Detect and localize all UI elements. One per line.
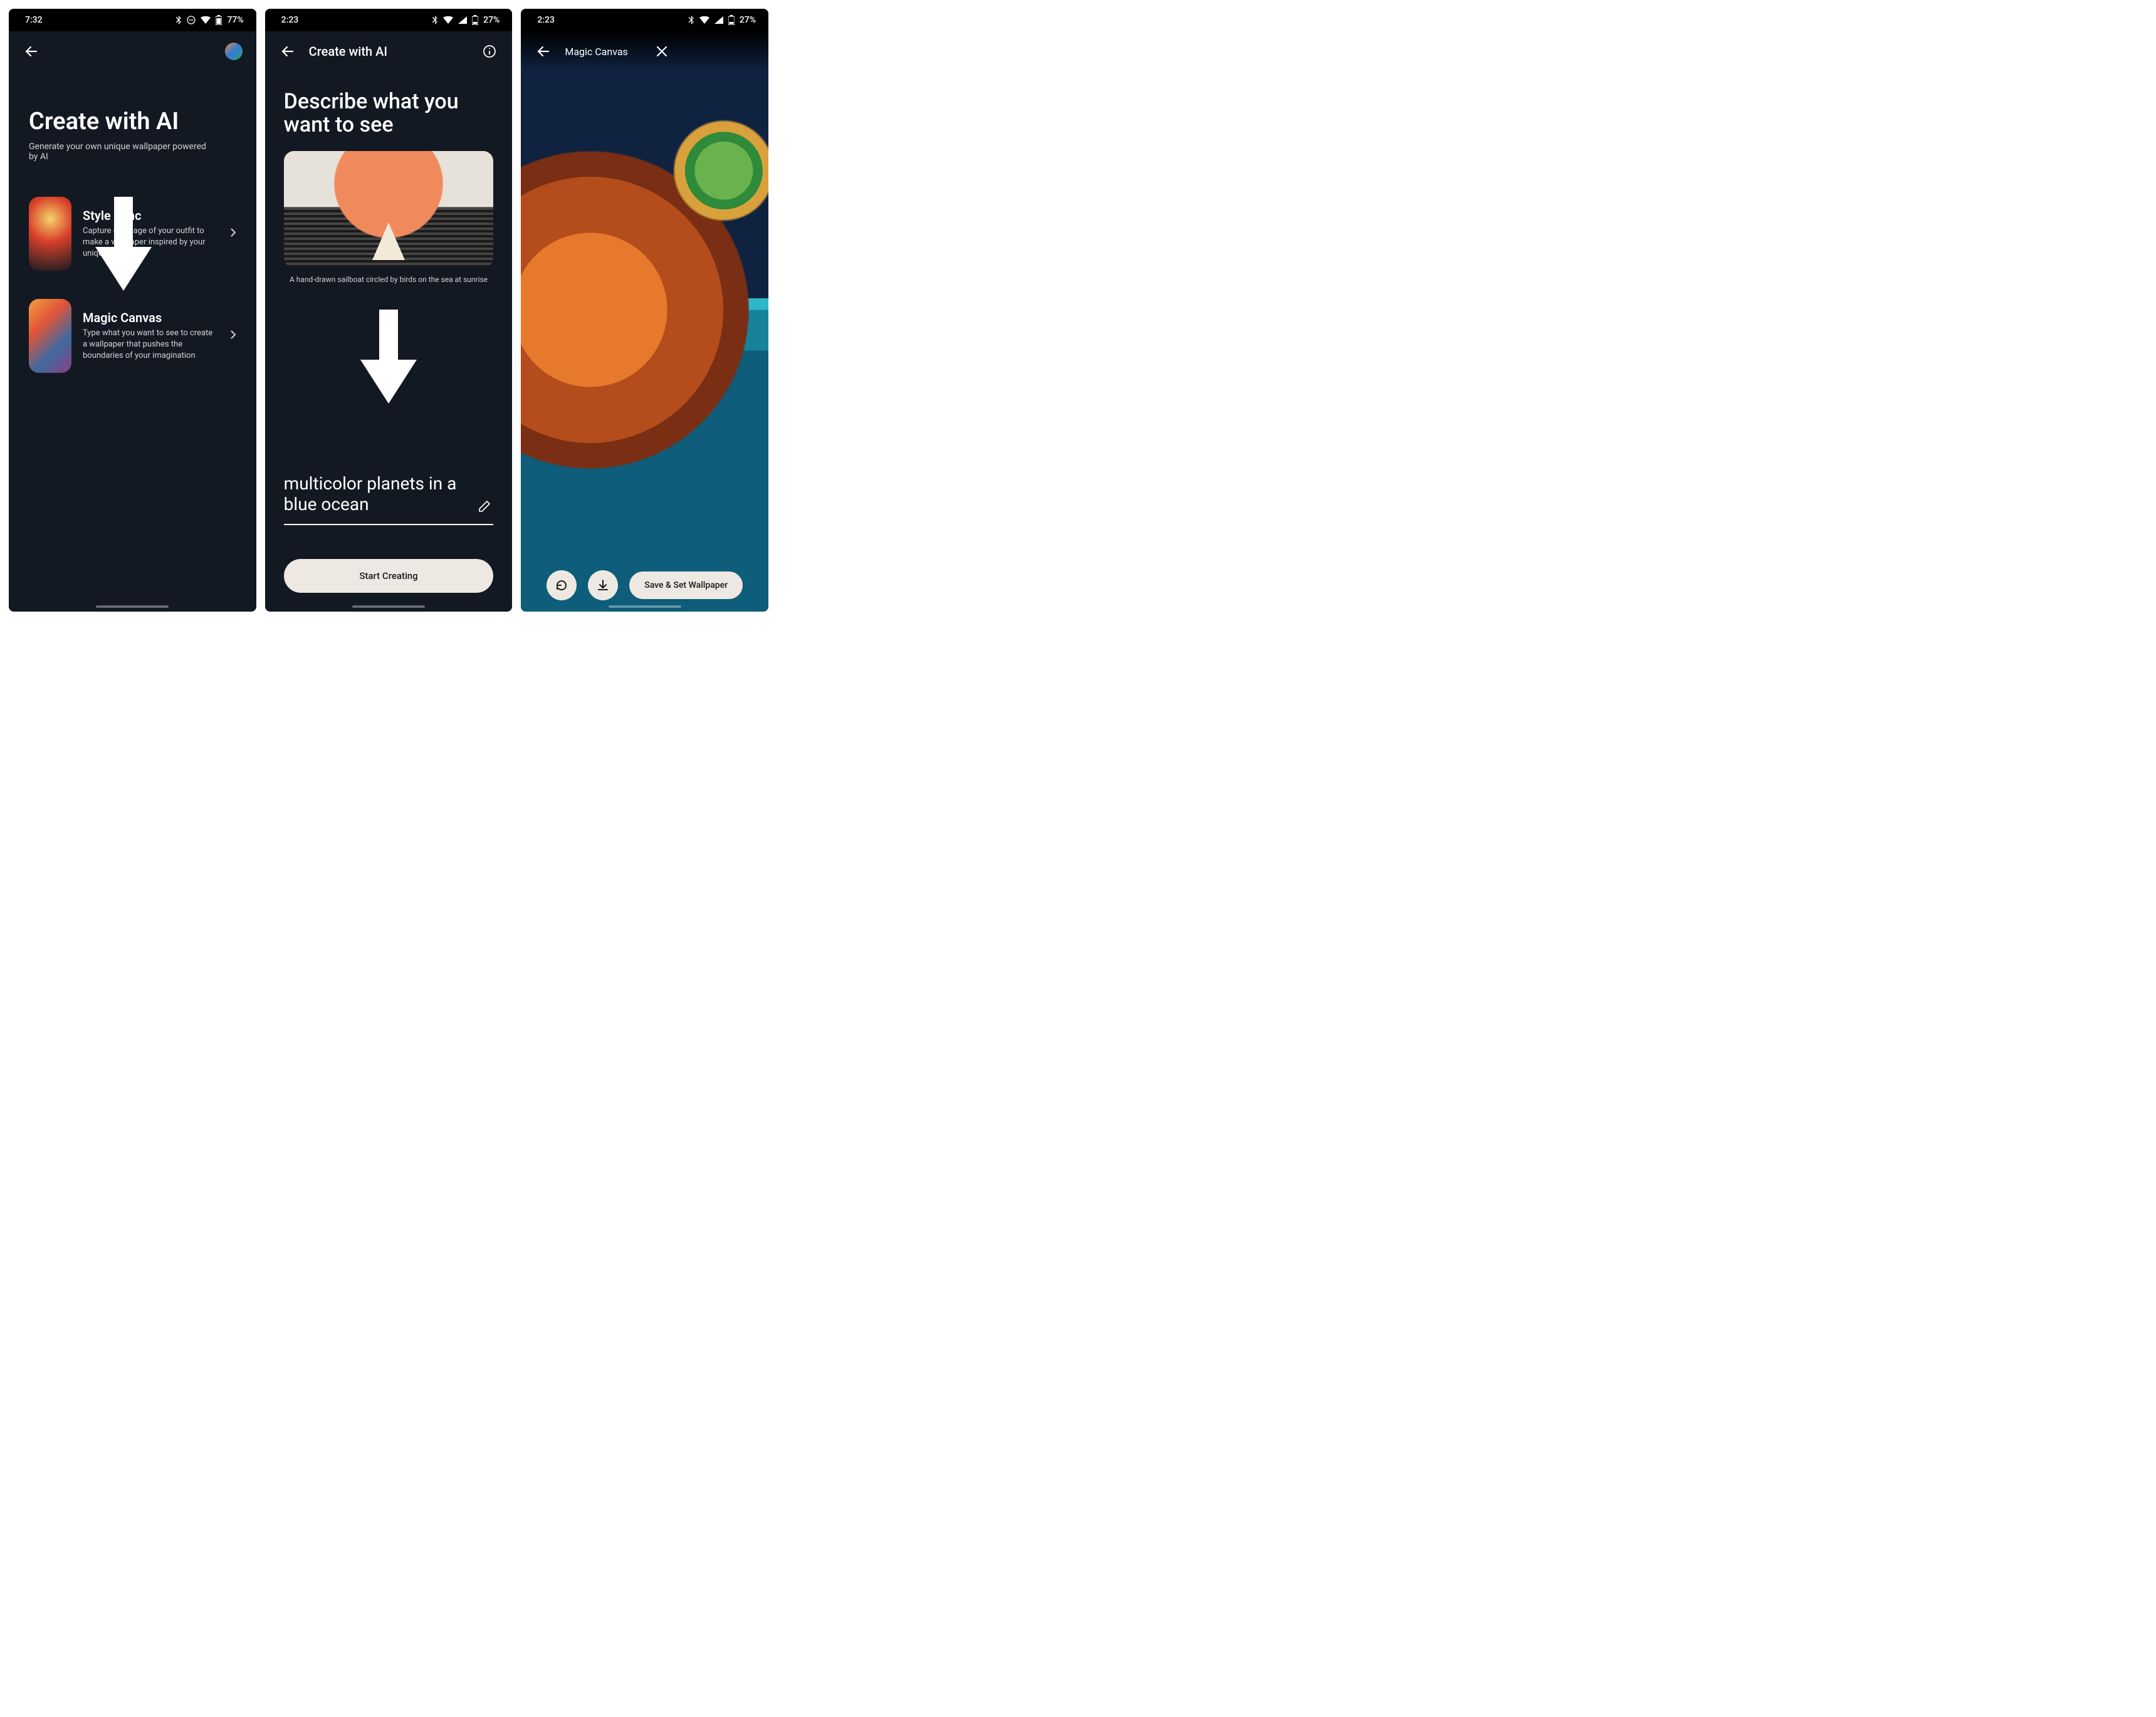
back-button[interactable] — [23, 43, 40, 60]
home-indicator[interactable] — [352, 605, 425, 608]
prompt-area: multicolor planets in a blue ocean Start… — [284, 473, 494, 593]
back-button[interactable] — [535, 43, 552, 60]
home-indicator[interactable] — [96, 605, 169, 608]
page-title: Create with AI — [29, 109, 236, 135]
bluetooth-icon — [688, 16, 694, 24]
status-icons: 27% — [688, 15, 756, 25]
example-preview-image — [284, 151, 494, 268]
page-subtitle: Generate your own unique wallpaper power… — [29, 142, 217, 162]
screen-describe-prompt: 2:23 27% Create with AI Describe what yo… — [265, 9, 513, 612]
battery-icon — [728, 15, 735, 25]
wifi-icon — [699, 16, 709, 24]
status-time: 2:23 — [281, 15, 299, 25]
annotation-arrow-down-icon — [95, 197, 152, 291]
style-sync-thumbnail — [29, 197, 71, 271]
prompt-input[interactable]: multicolor planets in a blue ocean — [284, 473, 494, 525]
prompt-text: multicolor planets in a blue ocean — [284, 473, 469, 515]
header-title: Magic Canvas — [565, 46, 627, 58]
status-time: 2:23 — [537, 15, 555, 25]
save-set-wallpaper-button[interactable]: Save & Set Wallpaper — [629, 571, 743, 599]
arrow-left-icon — [280, 44, 295, 59]
regenerate-button[interactable] — [547, 570, 577, 600]
generated-wallpaper-image: Magic Canvas Save & Set Wallpaper — [521, 31, 768, 612]
bluetooth-icon — [432, 16, 438, 24]
main-content: Describe what you want to see A hand-dra… — [265, 71, 513, 612]
download-icon — [597, 579, 609, 592]
status-icons: 27% — [432, 15, 500, 25]
pencil-icon — [478, 500, 491, 513]
refresh-icon — [555, 579, 568, 592]
info-button[interactable] — [481, 43, 498, 60]
chevron-right-icon — [230, 330, 236, 342]
edit-prompt-button[interactable] — [476, 498, 493, 515]
battery-percent: 27% — [740, 15, 756, 25]
top-bar: Create with AI — [265, 31, 513, 71]
main-content: Create with AI Generate your own unique … — [9, 71, 256, 612]
option-title: Magic Canvas — [83, 310, 219, 325]
battery-icon — [472, 15, 478, 25]
download-button[interactable] — [588, 570, 618, 600]
status-bar: 2:23 27% — [521, 9, 768, 31]
battery-icon — [216, 15, 222, 25]
avatar[interactable] — [225, 43, 243, 60]
screen-magic-canvas-result: 2:23 27% Magic Canvas Sa — [521, 9, 768, 612]
status-icons: 77% — [175, 15, 243, 25]
battery-percent: 77% — [227, 15, 243, 25]
wifi-icon — [443, 16, 453, 24]
annotation-arrow-down-icon — [360, 310, 417, 404]
status-time: 7:32 — [25, 15, 43, 25]
close-icon — [656, 45, 668, 58]
screen-create-with-ai: 7:32 77% Create with AI Generate your ow… — [9, 9, 256, 612]
header-title: Create with AI — [309, 44, 387, 59]
arrow-left-icon — [24, 44, 39, 59]
battery-percent: 27% — [483, 15, 500, 25]
option-magic-canvas[interactable]: Magic Canvas Type what you want to see t… — [29, 285, 236, 387]
info-icon — [483, 44, 496, 58]
back-button[interactable] — [279, 43, 296, 60]
status-bar: 2:23 27% — [265, 9, 513, 31]
start-creating-button[interactable]: Start Creating — [284, 559, 494, 593]
wifi-icon — [201, 16, 211, 24]
status-bar: 7:32 77% — [9, 9, 256, 31]
close-button[interactable] — [653, 43, 671, 60]
signal-icon — [458, 16, 467, 24]
bottom-action-bar: Save & Set Wallpaper — [521, 570, 768, 600]
signal-icon — [714, 16, 723, 24]
arrow-left-icon — [536, 44, 551, 59]
option-description: Type what you want to see to create a wa… — [83, 328, 219, 362]
option-text: Magic Canvas Type what you want to see t… — [83, 310, 219, 362]
magic-canvas-thumbnail — [29, 299, 71, 373]
top-bar: Magic Canvas — [521, 31, 768, 71]
chevron-right-icon — [230, 227, 236, 240]
describe-title: Describe what you want to see — [284, 90, 494, 137]
home-indicator[interactable] — [609, 605, 681, 608]
bluetooth-icon — [175, 16, 182, 24]
dnd-icon — [187, 16, 196, 24]
top-bar — [9, 31, 256, 71]
example-caption: A hand-drawn sailboat circled by birds o… — [284, 275, 494, 284]
